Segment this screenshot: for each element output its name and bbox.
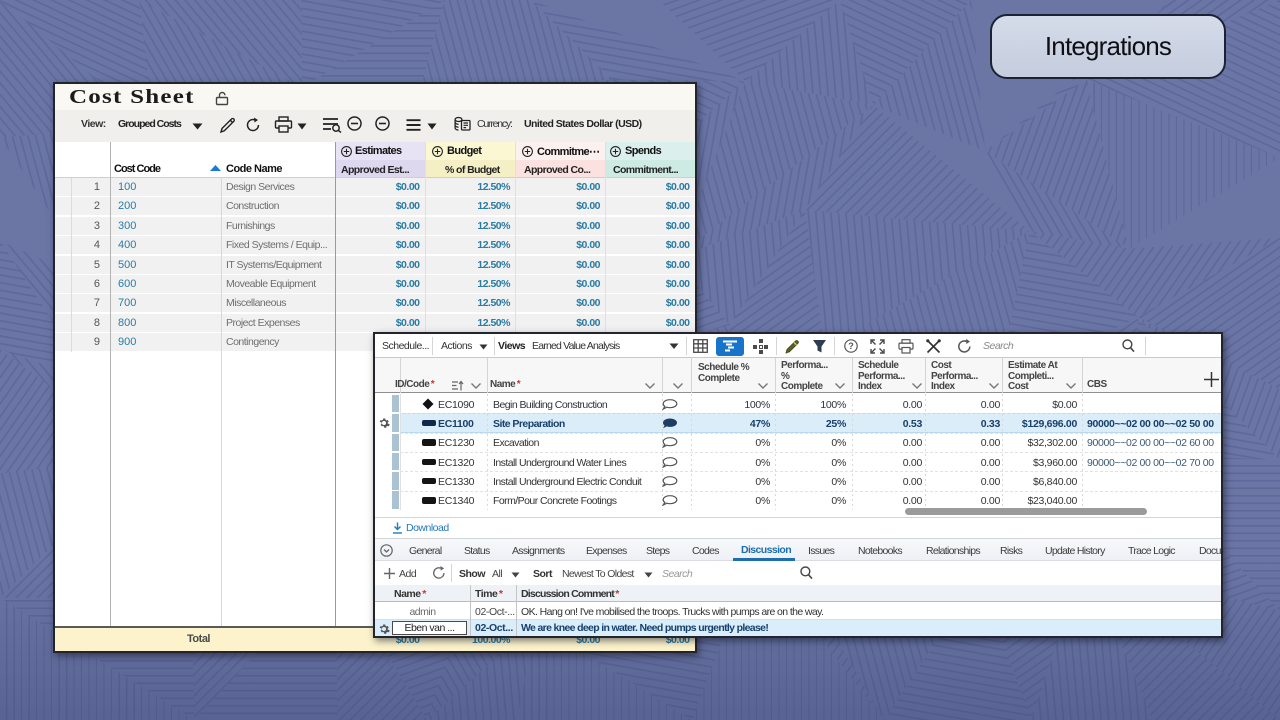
svg-text:?: ? <box>848 341 854 351</box>
